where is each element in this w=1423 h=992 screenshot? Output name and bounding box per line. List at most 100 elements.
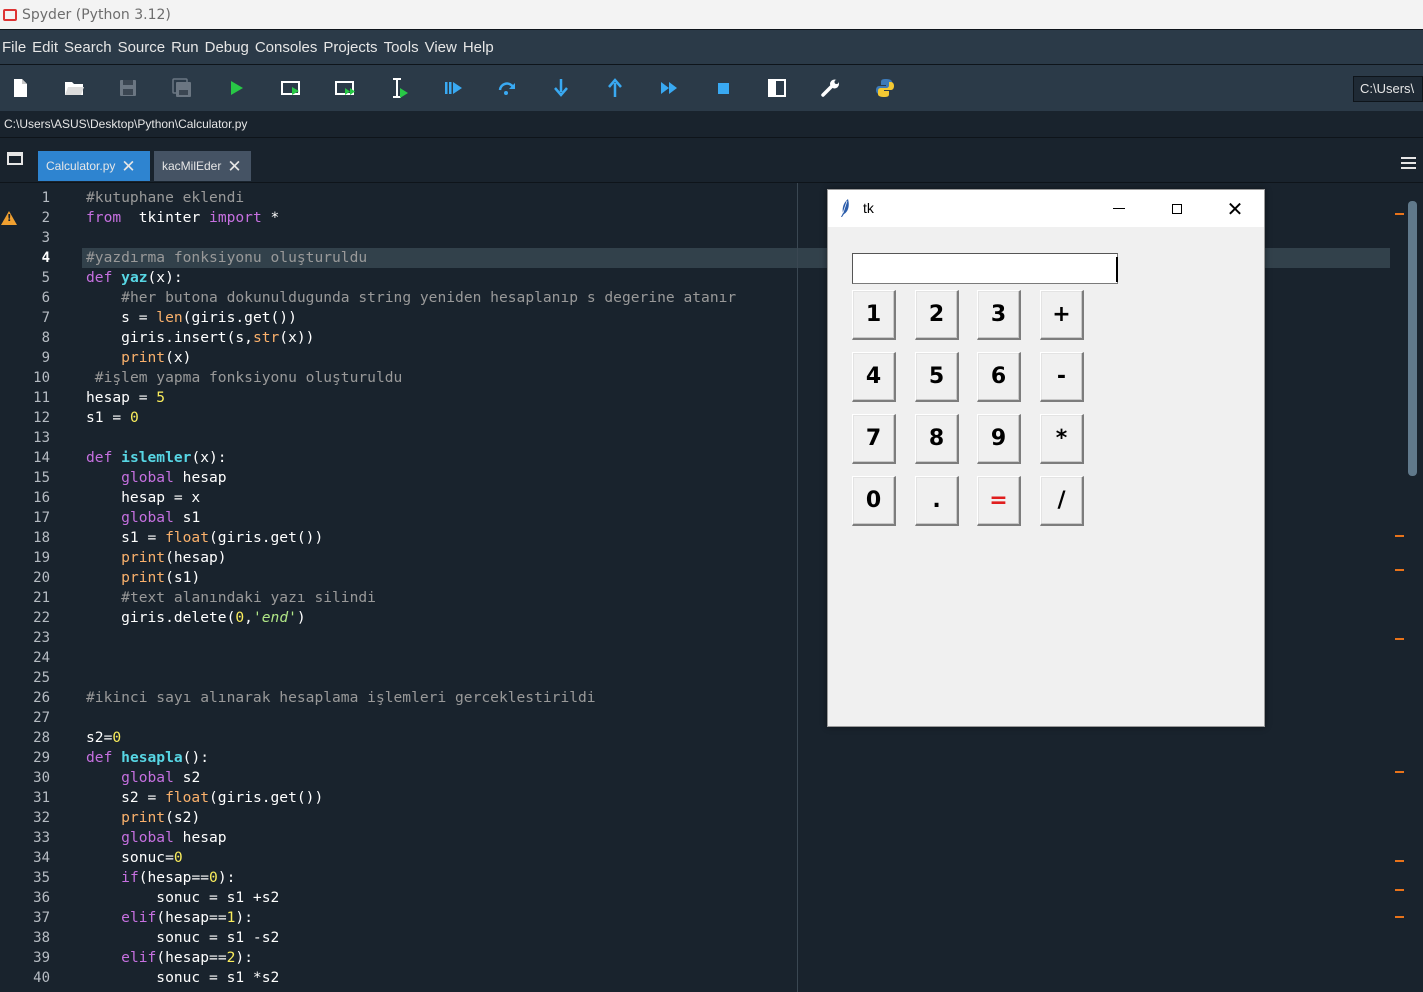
edge-line: [797, 183, 798, 992]
code-token: ):: [217, 869, 236, 886]
code-line: s2=0: [86, 728, 121, 748]
code-token: hesap: [173, 829, 227, 846]
run-selection-icon[interactable]: [385, 74, 413, 102]
key-5-button[interactable]: 5: [915, 352, 959, 402]
close-window-button[interactable]: ✕: [1212, 190, 1258, 227]
code-line: print(x): [86, 348, 191, 368]
key-equals-button[interactable]: =: [977, 476, 1021, 526]
key-plus-button[interactable]: +: [1040, 290, 1084, 340]
menu-projects[interactable]: Projects: [321, 39, 381, 56]
code-line: from tkinter import *: [86, 208, 279, 228]
key-divide-button[interactable]: /: [1040, 476, 1084, 526]
menu-edit[interactable]: Edit: [30, 39, 62, 56]
code-line: #yazdırma fonksiyonu oluşturuldu: [86, 248, 367, 268]
key-4-button[interactable]: 4: [852, 352, 896, 402]
scrollbar-thumb[interactable]: [1408, 201, 1417, 476]
code-token: #yazdırma fonksiyonu oluşturuldu: [86, 249, 368, 266]
run-cell-advance-icon[interactable]: [331, 74, 359, 102]
key-0-button[interactable]: 0: [852, 476, 896, 526]
menu-source[interactable]: Source: [116, 39, 170, 56]
step-over-icon[interactable]: [493, 74, 521, 102]
code-line: sonuc = s1 +s2: [86, 888, 279, 908]
menu-run[interactable]: Run: [169, 39, 203, 56]
step-return-icon[interactable]: [601, 74, 629, 102]
line-number: 35: [33, 870, 50, 886]
code-token: s1 =: [86, 409, 130, 426]
continue-icon[interactable]: [655, 74, 683, 102]
open-folder-icon[interactable]: [60, 74, 88, 102]
maximize-button[interactable]: [1154, 190, 1200, 227]
close-tab-icon[interactable]: ✕: [227, 158, 241, 175]
key-9-button[interactable]: 9: [977, 414, 1021, 464]
step-into-icon[interactable]: [547, 74, 575, 102]
tk-feather-icon: [841, 199, 849, 217]
minimize-button[interactable]: [1096, 190, 1142, 227]
maximize-icon: [1172, 203, 1182, 214]
key-3-button[interactable]: 3: [977, 290, 1021, 340]
key-6-button[interactable]: 6: [977, 352, 1021, 402]
python-path-icon[interactable]: [871, 74, 899, 102]
menu-debug[interactable]: Debug: [203, 39, 253, 56]
debug-icon[interactable]: [439, 74, 467, 102]
menu-help[interactable]: Help: [461, 39, 498, 56]
save-all-icon[interactable]: [168, 74, 196, 102]
run-icon[interactable]: [222, 74, 250, 102]
code-line: #her butona dokunuldugunda string yenide…: [86, 288, 736, 308]
code-token: (giris.get()): [209, 789, 324, 806]
tab-kacmileder[interactable]: kacMilEder ✕: [154, 151, 251, 181]
key-8-button[interactable]: 8: [915, 414, 959, 464]
tab-calculator-py[interactable]: Calculator.py ✕: [38, 151, 150, 181]
menu-bar: File Edit Search Source Run Debug Consol…: [0, 29, 1423, 64]
close-icon: ✕: [1226, 196, 1244, 221]
file-path-label: C:\Users\ASUS\Desktop\Python\Calculator.…: [0, 111, 1423, 138]
editor-vertical-scrollbar[interactable]: [1405, 185, 1421, 985]
line-number: 36: [33, 890, 50, 906]
code-line: giris.insert(s,str(x)): [86, 328, 314, 348]
options-menu-icon[interactable]: [1401, 154, 1416, 172]
line-number: 4: [41, 250, 50, 266]
code-token: (s1): [165, 569, 201, 586]
line-number: 16: [33, 490, 50, 506]
line-number: 30: [33, 770, 50, 786]
stop-icon[interactable]: [709, 74, 737, 102]
code-token: (x)): [279, 329, 315, 346]
menu-search[interactable]: Search: [62, 39, 116, 56]
working-directory-field[interactable]: C:\Users\: [1353, 76, 1423, 102]
warning-icon[interactable]: [1, 211, 17, 225]
key-minus-button[interactable]: -: [1040, 352, 1084, 402]
maximize-pane-icon[interactable]: [763, 74, 791, 102]
key-2-button[interactable]: 2: [915, 290, 959, 340]
run-cell-icon[interactable]: [277, 74, 305, 102]
line-number: 12: [33, 410, 50, 426]
code-line: s1 = 0: [86, 408, 139, 428]
menu-tools[interactable]: Tools: [382, 39, 423, 56]
key-dot-button[interactable]: .: [915, 476, 959, 526]
key-multiply-button[interactable]: *: [1040, 414, 1084, 464]
new-file-icon[interactable]: [6, 74, 34, 102]
code-line: print(hesap): [86, 548, 226, 568]
code-token: float: [165, 789, 210, 806]
code-token: def: [86, 749, 113, 766]
menu-consoles[interactable]: Consoles: [253, 39, 322, 56]
calculator-entry[interactable]: [852, 253, 1118, 284]
key-7-button[interactable]: 7: [852, 414, 896, 464]
close-tab-icon[interactable]: ✕: [121, 158, 135, 175]
menu-view[interactable]: View: [423, 39, 461, 56]
line-number: 2: [41, 210, 50, 226]
tab-label: Calculator.py: [46, 159, 116, 173]
save-icon[interactable]: [114, 74, 142, 102]
scroll-marker: [1395, 638, 1404, 640]
menu-file[interactable]: File: [0, 39, 30, 56]
key-1-button[interactable]: 1: [852, 290, 896, 340]
code-line: #işlem yapma fonksiyonu oluşturuldu: [86, 368, 403, 388]
code-token: print: [121, 349, 166, 366]
preferences-wrench-icon[interactable]: [817, 74, 845, 102]
window-titlebar: Spyder (Python 3.12): [0, 0, 1423, 29]
editor-tab-bar: Calculator.py ✕ kacMilEder ✕: [0, 138, 1423, 183]
code-token: ):: [235, 949, 253, 966]
browse-tabs-icon[interactable]: [7, 152, 23, 165]
